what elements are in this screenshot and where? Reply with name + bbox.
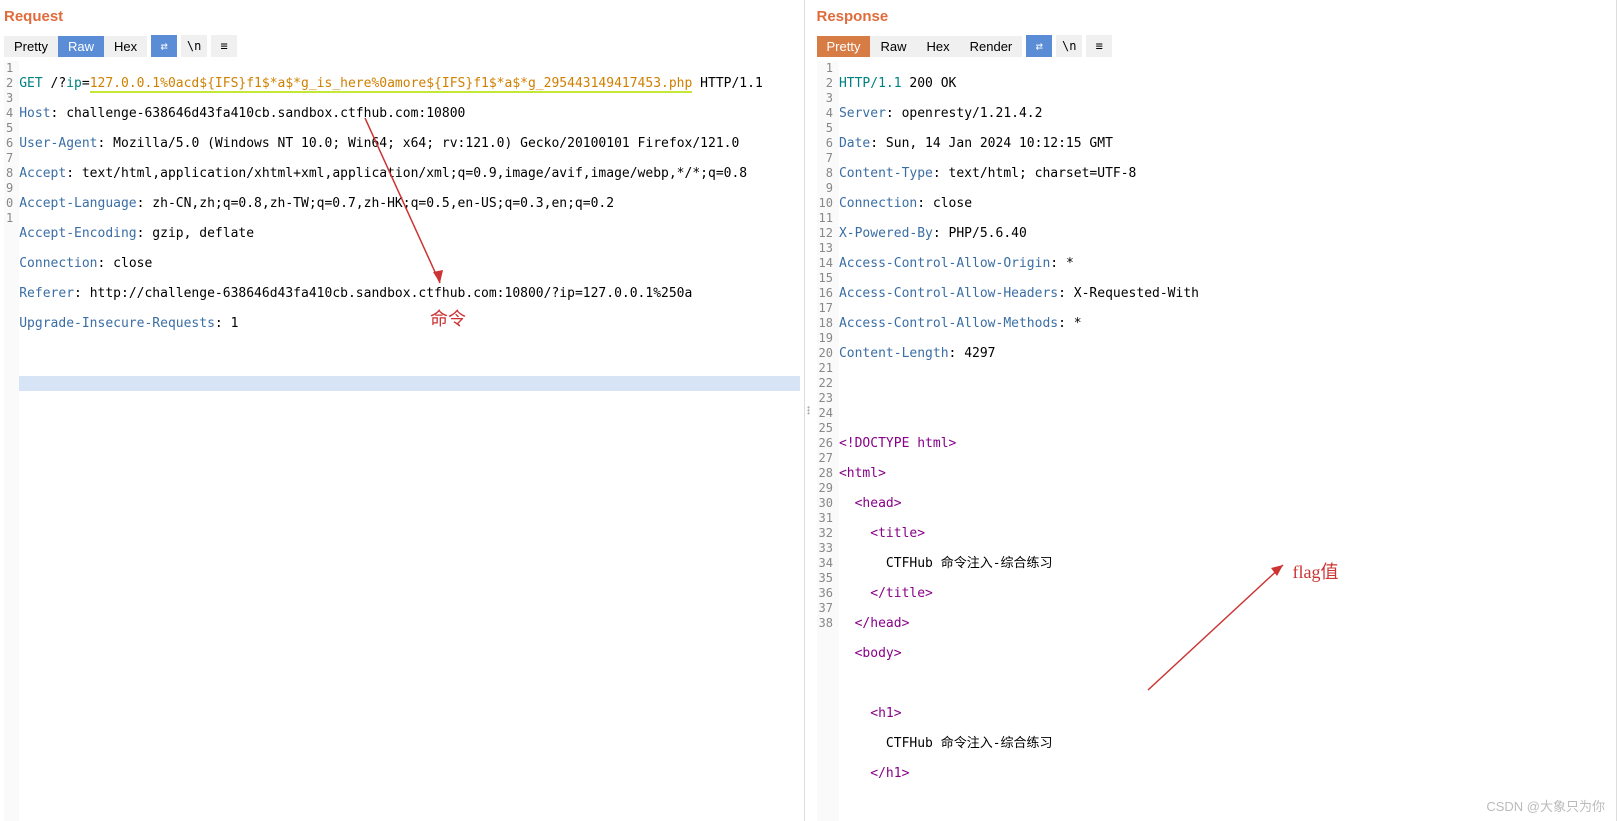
newline-icon[interactable]: \n bbox=[181, 35, 207, 57]
response-toolbar: Pretty Raw Hex Render ⇄ \n ≡ bbox=[817, 35, 1613, 61]
newline-icon-resp[interactable]: \n bbox=[1056, 35, 1082, 57]
request-gutter: 12345678901 bbox=[4, 61, 19, 821]
tab-raw[interactable]: Raw bbox=[58, 36, 104, 57]
panel-divider[interactable]: ••• bbox=[805, 0, 813, 821]
request-title: Request bbox=[4, 8, 800, 35]
response-gutter: 1234567891011121314151617181920212223242… bbox=[817, 61, 839, 821]
response-panel: Response Pretty Raw Hex Render ⇄ \n ≡ 12… bbox=[813, 0, 1617, 821]
tab-render-resp[interactable]: Render bbox=[960, 36, 1023, 57]
http-method: GET bbox=[19, 76, 42, 91]
request-code[interactable]: 12345678901 GET /?ip=127.0.0.1%0acd${IFS… bbox=[4, 61, 800, 821]
tab-hex[interactable]: Hex bbox=[104, 36, 147, 57]
request-panel: Request Pretty Raw Hex ⇄ \n ≡ 1234567890… bbox=[0, 0, 805, 821]
tab-hex-resp[interactable]: Hex bbox=[916, 36, 959, 57]
response-title: Response bbox=[817, 8, 1613, 35]
menu-icon-resp[interactable]: ≡ bbox=[1086, 35, 1112, 57]
wrap-icon-resp[interactable]: ⇄ bbox=[1026, 35, 1052, 57]
response-code[interactable]: 1234567891011121314151617181920212223242… bbox=[817, 61, 1613, 821]
injected-command: 127.0.0.1%0acd${IFS}f1$*a$*g_is_here%0am… bbox=[90, 76, 693, 93]
tab-raw-resp[interactable]: Raw bbox=[870, 36, 916, 57]
request-content[interactable]: GET /?ip=127.0.0.1%0acd${IFS}f1$*a$*g_is… bbox=[19, 61, 799, 821]
cursor-line bbox=[19, 376, 799, 391]
request-toolbar: Pretty Raw Hex ⇄ \n ≡ bbox=[4, 35, 800, 61]
watermark: CSDN @大象只为你 bbox=[1486, 796, 1605, 815]
wrap-icon[interactable]: ⇄ bbox=[151, 35, 177, 57]
menu-icon[interactable]: ≡ bbox=[211, 35, 237, 57]
tab-pretty-resp[interactable]: Pretty bbox=[817, 36, 871, 57]
tab-pretty[interactable]: Pretty bbox=[4, 36, 58, 57]
response-content[interactable]: HTTP/1.1 200 OK Server: openresty/1.21.4… bbox=[839, 61, 1612, 821]
